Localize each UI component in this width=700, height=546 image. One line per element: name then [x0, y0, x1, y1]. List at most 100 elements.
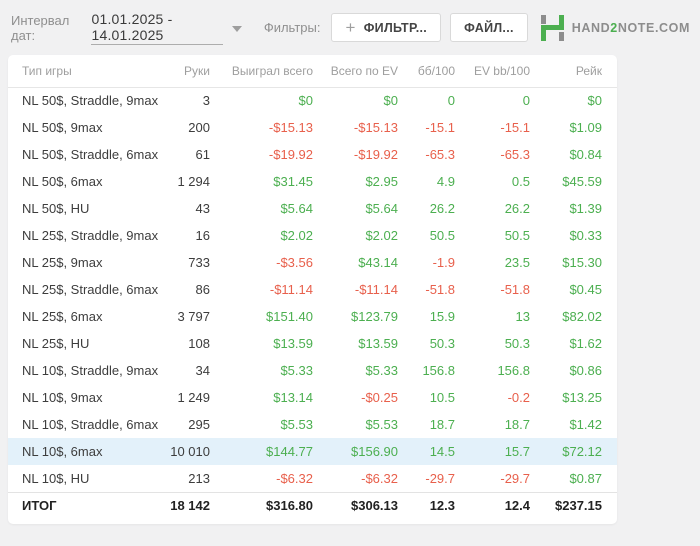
value-cell: 50.5: [504, 228, 530, 243]
hands-cell: 43: [195, 201, 210, 216]
value-cell: $0.87: [569, 470, 602, 486]
table-row[interactable]: NL 50$, 9max 200 -$15.13 -$15.13 -15.1 -15.1 $…: [8, 114, 617, 141]
value-cell: $15.30: [562, 255, 602, 270]
column-header-2[interactable]: Выиграл всего: [210, 55, 313, 88]
value-cell: $5.64: [365, 201, 398, 216]
date-range-selector[interactable]: 01.01.2025 - 14.01.2025: [91, 11, 242, 45]
game-type-cell: NL 10$, 9max: [22, 390, 103, 405]
value-cell: 12.3: [398, 491, 455, 519]
value-cell: $123.79: [351, 309, 398, 324]
value-cell: $5.33: [280, 363, 313, 378]
game-type-cell: NL 50$, 6max: [22, 174, 103, 189]
value-cell: 0: [447, 93, 455, 109]
value-cell: -$19.92: [353, 147, 398, 162]
date-range-value[interactable]: 01.01.2025 - 14.01.2025: [91, 11, 223, 45]
table-row[interactable]: NL 10$, Straddle, 9max 34 $5.33 $5.33 156.8 1…: [8, 357, 617, 384]
hands-cell: 200: [188, 120, 210, 135]
value-cell: 50.5: [429, 228, 455, 243]
total-row[interactable]: ИТОГ 18 142 $316.80 $306.13 12.3 12.4 $237.15: [8, 491, 617, 519]
value-cell: -51.8: [500, 282, 530, 297]
game-type-cell: NL 10$, Straddle, 6max: [22, 417, 159, 432]
table-row[interactable]: NL 25$, 9max 733 -$3.56 $43.14 -1.9 23.5 $15.3…: [8, 249, 617, 276]
column-header-4[interactable]: бб/100: [398, 55, 455, 88]
plus-icon: +: [345, 18, 356, 37]
value-cell: $2.02: [280, 228, 313, 243]
hands-cell: 1 249: [177, 390, 210, 405]
value-cell: $5.33: [365, 363, 398, 378]
file-button[interactable]: ФАЙЛ...: [450, 13, 528, 42]
value-cell: $1.42: [569, 417, 602, 432]
game-type-cell: NL 50$, Straddle, 6max: [22, 147, 159, 162]
value-cell: 156.8: [497, 363, 530, 378]
value-cell: $0.86: [569, 363, 602, 378]
add-filter-button[interactable]: + ФИЛЬТР...: [331, 13, 442, 42]
table-row[interactable]: NL 50$, Straddle, 9max 3 $0 $0 0 0 $0: [8, 87, 617, 114]
results-card: Тип игры Руки Выиграл всего Всего по EV бб/1…: [8, 55, 617, 524]
value-cell: $1.09: [569, 120, 602, 135]
value-cell: -29.7: [500, 470, 530, 486]
value-cell: $316.80: [210, 491, 313, 519]
value-cell: 0.5: [511, 174, 530, 189]
column-header-5[interactable]: EV bb/100: [455, 55, 530, 88]
value-cell: -51.8: [425, 282, 455, 297]
game-type-cell: NL 25$, 6max: [22, 309, 103, 324]
value-cell: $31.45: [273, 174, 313, 189]
value-cell: $13.25: [562, 390, 602, 405]
value-cell: 18.7: [504, 417, 530, 432]
toolbar: Интервал дат: 01.01.2025 - 14.01.2025 Фи…: [0, 0, 700, 55]
game-type-cell: NL 10$, Straddle, 9max: [22, 363, 159, 378]
logo-text: HAND2NOTE.COM: [571, 20, 690, 35]
value-cell: $0.33: [569, 228, 602, 243]
hands-cell: 86: [195, 282, 210, 297]
table-row[interactable]: NL 25$, Straddle, 9max 16 $2.02 $2.02 50.5 50…: [8, 222, 617, 249]
hands-cell: 733: [188, 255, 210, 270]
column-header-1[interactable]: Руки: [168, 55, 210, 88]
value-cell: $156.90: [313, 438, 398, 465]
value-cell: $5.53: [280, 417, 313, 432]
value-cell: 4.9: [436, 174, 455, 189]
table-row[interactable]: NL 10$, 9max 1 249 $13.14 -$0.25 10.5 -0.2 $13…: [8, 384, 617, 411]
game-type-cell: NL 10$, 6max: [8, 438, 168, 465]
value-cell: 13: [515, 309, 530, 324]
value-cell: 12.4: [455, 491, 530, 519]
hands-cell: 61: [195, 147, 210, 162]
value-cell: -29.7: [425, 470, 455, 486]
table-row[interactable]: NL 25$, Straddle, 6max 86 -$11.14 -$11.14 -5…: [8, 276, 617, 303]
value-cell: $5.53: [365, 417, 398, 432]
column-header-0[interactable]: Тип игры: [8, 55, 168, 88]
value-cell: $144.77: [210, 438, 313, 465]
table-row[interactable]: NL 25$, HU 108 $13.59 $13.59 50.3 50.3 $1.62: [8, 330, 617, 357]
value-cell: -$0.25: [361, 390, 398, 405]
results-table: Тип игры Руки Выиграл всего Всего по EV бб/1…: [8, 55, 617, 519]
date-interval-label: Интервал дат:: [11, 12, 70, 43]
value-cell: -65.3: [425, 147, 455, 162]
value-cell: $43.14: [358, 255, 398, 270]
value-cell: $13.14: [273, 390, 313, 405]
chevron-down-icon[interactable]: [231, 25, 242, 32]
value-cell: $0: [383, 93, 398, 109]
table-row[interactable]: NL 10$, 6max 10 010 $144.77 $156.90 14.5 15.7…: [8, 438, 617, 465]
value-cell: -65.3: [500, 147, 530, 162]
value-cell: 15.7: [455, 438, 530, 465]
table-row[interactable]: NL 10$, HU 213 -$6.32 -$6.32 -29.7 -29.7 $0.87: [8, 465, 617, 492]
value-cell: $1.39: [569, 201, 602, 216]
value-cell: 156.8: [422, 363, 455, 378]
value-cell: -$11.14: [269, 282, 313, 297]
table-row[interactable]: NL 50$, HU 43 $5.64 $5.64 26.2 26.2 $1.39: [8, 195, 617, 222]
column-header-3[interactable]: Всего по EV: [313, 55, 398, 88]
table-row[interactable]: NL 50$, 6max 1 294 $31.45 $2.95 4.9 0.5 $45.59: [8, 168, 617, 195]
hands-cell: 3 797: [177, 309, 210, 324]
file-button-label: ФАЙЛ...: [464, 20, 514, 35]
game-type-cell: NL 25$, 9max: [22, 255, 103, 270]
hands-cell: 16: [195, 228, 210, 243]
table-row[interactable]: NL 50$, Straddle, 6max 61 -$19.92 -$19.92 -6…: [8, 141, 617, 168]
hands-cell: 3: [202, 93, 210, 109]
add-filter-button-label: ФИЛЬТР...: [363, 20, 428, 35]
hands-cell: 34: [195, 363, 210, 378]
column-header-6[interactable]: Рейк: [530, 55, 617, 88]
value-cell: $237.15: [530, 491, 617, 519]
value-cell: 50.3: [504, 336, 530, 351]
table-row[interactable]: NL 10$, Straddle, 6max 295 $5.53 $5.53 18.7 1…: [8, 411, 617, 438]
value-cell: $13.59: [358, 336, 398, 351]
table-row[interactable]: NL 25$, 6max 3 797 $151.40 $123.79 15.9 13 $82…: [8, 303, 617, 330]
